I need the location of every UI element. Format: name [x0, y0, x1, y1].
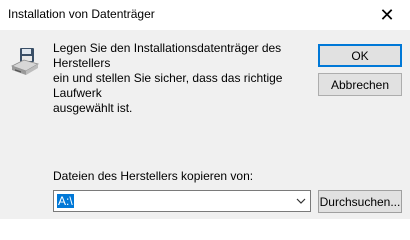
chevron-down-icon[interactable]	[292, 191, 310, 211]
dialog-body: Legen Sie den Installationsdatenträger d…	[0, 30, 410, 219]
instruction-text: Legen Sie den Installationsdatenträger d…	[53, 41, 283, 115]
copy-from-label: Dateien des Herstellers kopieren von:	[53, 169, 254, 183]
path-input[interactable]: A:\	[57, 194, 74, 208]
cancel-button[interactable]: Abbrechen	[318, 73, 402, 96]
path-combobox[interactable]: A:\	[53, 190, 311, 212]
window-title: Installation von Datenträger	[8, 7, 155, 21]
close-button[interactable]: ✕	[364, 0, 410, 30]
browse-button[interactable]: Durchsuchen...	[318, 190, 402, 213]
floppy-disk-drive-icon	[10, 48, 40, 75]
title-bar: Installation von Datenträger ✕	[0, 0, 410, 30]
ok-button[interactable]: OK	[318, 44, 402, 67]
